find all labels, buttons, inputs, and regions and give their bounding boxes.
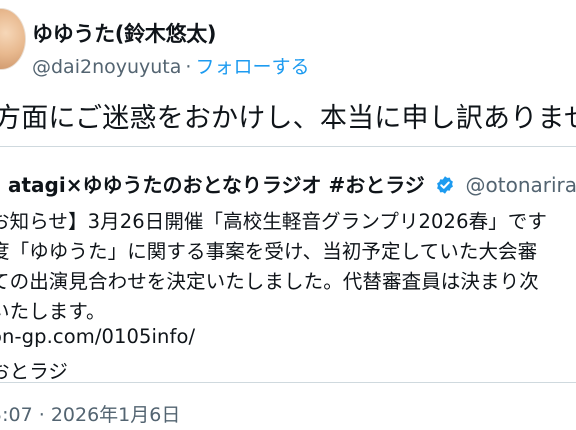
tweet-timestamp[interactable]: 5:07 · 2026年1月6日 [0,400,180,427]
quoted-tweet-header: atagi×ゆゆうたのおとなりラジオ #おとラジ @otonariradi [8,169,576,198]
quote-hashtag[interactable]: おとラジ [0,355,68,384]
verified-badge-icon [437,176,454,194]
author-avatar[interactable] [0,8,26,70]
handle-separator: · [185,56,192,78]
quote-link[interactable]: on-gp.com/0105info/ [0,325,195,348]
tweet-time: 5:07 [0,404,33,426]
author-handle[interactable]: @dai2noyuyuta [32,56,181,78]
quote-line-4: いたします。 [0,300,106,323]
follow-button[interactable]: フォローする [195,56,309,78]
quoted-author-name[interactable]: atagi×ゆゆうたのおとなりラジオ #おとラジ [8,173,425,197]
tweet-text: 方面にご迷惑をおかけし、本当に申し訳ありませ [0,103,576,134]
author-handle-row: @dai2noyuyuta · フォローする [32,52,309,79]
quoted-author-handle[interactable]: @otonariradi [466,173,576,197]
quote-line-2: 度「ゆゆうた」に関する事案を受け、当初予定していた大会審 [0,240,538,263]
timestamp-separator: · [38,404,45,426]
author-name[interactable]: ゆゆうた(鈴木悠太) [32,18,217,48]
tweet-date: 2026年1月6日 [50,404,181,426]
quote-line-1: お知らせ】3月26日開催「高校生軽音グランプリ2026春」です [0,210,547,233]
quote-line-3: ての出演見合わせを決定いたしました。代替審査員は決まり次 [0,270,539,293]
